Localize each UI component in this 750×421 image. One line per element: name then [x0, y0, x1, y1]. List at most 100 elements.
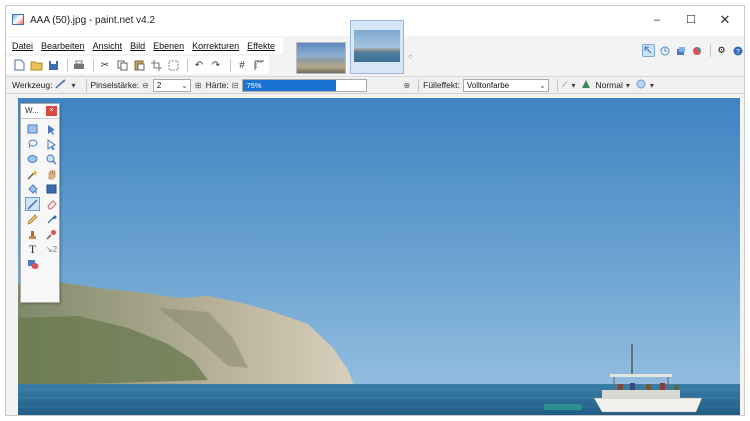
move-selected-icon[interactable] — [44, 122, 59, 136]
history-icon[interactable] — [658, 44, 671, 57]
toolbar-separator — [418, 78, 420, 92]
deselect-icon[interactable] — [166, 59, 180, 72]
gradient-icon[interactable] — [44, 182, 59, 196]
decrease-icon[interactable]: ⊖ — [142, 81, 149, 90]
line-curve-icon[interactable]: ↘2 — [44, 242, 59, 256]
window-title: AAA (50).jpg - paint.net v4.2 — [30, 15, 156, 26]
clone-stamp-icon[interactable] — [25, 227, 40, 241]
cut-icon[interactable]: ✂ — [98, 59, 112, 72]
app-window: AAA (50).jpg - paint.net v4.2 – ☐ ✕ Date… — [5, 5, 745, 416]
brush-width-value: 2 — [156, 80, 162, 90]
settings-icon[interactable]: ⚙ — [715, 44, 728, 57]
hardness-value: 75% — [246, 80, 262, 90]
main-toolbar: ✂ ↶ ↷ # — [6, 56, 269, 74]
ellipse-select-icon[interactable] — [25, 152, 40, 166]
toolbar-separator — [187, 58, 188, 72]
redo-icon[interactable]: ↷ — [209, 59, 223, 72]
menu-datei[interactable]: Datei — [12, 41, 33, 51]
fill-value: Volltonfarbe — [466, 80, 510, 90]
shapes-icon[interactable] — [25, 257, 40, 271]
help-icon[interactable]: ? — [731, 44, 744, 57]
grid-icon[interactable]: # — [235, 59, 249, 72]
crop-icon[interactable] — [149, 59, 163, 72]
hardness-label: Härte: — [205, 80, 229, 90]
minimize-button[interactable]: – — [642, 10, 672, 30]
tools-panel-header[interactable]: W... × — [21, 104, 59, 119]
increase-icon[interactable]: ⊕ — [403, 81, 410, 90]
photo-image — [18, 98, 740, 415]
menu-bar: Datei Bearbeiten Ansicht Bild Ebenen Kor… — [6, 38, 284, 54]
toolbar-separator — [67, 58, 68, 72]
move-selection-icon[interactable] — [44, 137, 59, 151]
toolbar-separator — [556, 78, 558, 92]
toolbar-separator — [93, 58, 94, 72]
close-window-button[interactable]: ✕ — [710, 10, 740, 30]
print-icon[interactable] — [72, 59, 86, 72]
image-canvas[interactable] — [18, 98, 740, 415]
alpha-dropdown-arrow[interactable]: ▾ — [650, 81, 654, 90]
small-boat — [544, 404, 582, 410]
fill-dropdown[interactable]: Volltonfarbe ⌄ — [462, 78, 549, 92]
magic-wand-icon[interactable] — [25, 167, 40, 181]
svg-text:?: ? — [736, 49, 740, 56]
fill-label: Fülleffekt: — [423, 80, 460, 90]
copy-icon[interactable] — [115, 59, 129, 72]
save-icon[interactable] — [46, 59, 60, 72]
decrease-icon[interactable]: ⊟ — [232, 81, 239, 90]
toolbar-separator — [85, 78, 87, 92]
close-image-icon[interactable]: ○ — [408, 52, 413, 61]
tools-panel-close-button[interactable]: × — [46, 106, 57, 116]
open-folder-icon[interactable] — [29, 59, 43, 72]
menu-effekte[interactable]: Effekte — [247, 41, 275, 51]
ruler-icon[interactable] — [252, 59, 266, 72]
tools-panel: W... × T ↘2 — [20, 103, 60, 303]
menu-korrekturen[interactable]: Korrekturen — [192, 41, 239, 51]
increase-icon[interactable]: ⊞ — [195, 81, 202, 90]
tools-panel-title: W... — [25, 106, 39, 115]
window-toggle-icons: ⚙ ? — [642, 44, 744, 57]
zoom-icon[interactable] — [44, 152, 59, 166]
image-thumbnail-active[interactable] — [350, 20, 404, 74]
blend-mode-icon[interactable] — [581, 79, 591, 91]
recolor-icon[interactable] — [44, 227, 59, 241]
brush-width-input[interactable]: 2 ⌄ — [152, 78, 191, 92]
lasso-select-icon[interactable] — [25, 137, 40, 151]
image-tabs: ○ — [296, 20, 413, 76]
paintbrush-icon[interactable] — [55, 79, 67, 91]
tool-label: Werkzeug: — [12, 80, 53, 90]
paintbrush-tool-icon[interactable] — [25, 197, 40, 211]
colors-icon[interactable] — [690, 44, 703, 57]
tools-window-icon[interactable] — [642, 44, 655, 57]
rectangle-select-icon[interactable] — [25, 122, 40, 136]
eraser-icon[interactable] — [44, 197, 59, 211]
color-picker-icon[interactable] — [44, 212, 59, 226]
menu-ebenen[interactable]: Ebenen — [153, 41, 184, 51]
image-thumbnail[interactable] — [296, 42, 346, 74]
maximize-button[interactable]: ☐ — [676, 10, 706, 30]
menu-bild[interactable]: Bild — [130, 41, 145, 51]
menu-bearbeiten[interactable]: Bearbeiten — [41, 41, 85, 51]
antialiasing-dropdown-arrow[interactable]: ▾ — [571, 81, 575, 90]
antialiasing-icon[interactable]: ⟋ — [562, 80, 568, 90]
pencil-icon[interactable] — [25, 212, 40, 226]
tool-options-bar: Werkzeug: ▾ Pinselstärke: ⊖ 2 ⌄ ⊞ Härte: … — [6, 76, 744, 94]
alpha-blending-icon[interactable] — [636, 79, 646, 91]
blend-mode-value[interactable]: Normal — [595, 80, 622, 90]
pan-hand-icon[interactable] — [44, 167, 59, 181]
hardness-slider[interactable]: 75% — [242, 78, 368, 92]
layers-icon[interactable] — [674, 44, 687, 57]
new-file-icon[interactable] — [12, 59, 26, 72]
tool-grid: T ↘2 — [21, 119, 59, 272]
paintnet-app-icon — [12, 14, 24, 25]
blend-dropdown-arrow[interactable]: ▾ — [626, 81, 630, 90]
undo-icon[interactable]: ↶ — [192, 59, 206, 72]
tool-dropdown-arrow[interactable]: ▾ — [71, 81, 75, 90]
toolbar-separator — [710, 44, 711, 57]
image-thumbnail-preview — [354, 30, 400, 62]
paint-bucket-icon[interactable] — [25, 182, 40, 196]
menu-ansicht[interactable]: Ansicht — [93, 41, 123, 51]
chevron-down-icon: ⌄ — [539, 80, 546, 90]
text-tool-icon[interactable]: T — [25, 242, 40, 256]
brush-width-label: Pinselstärke: — [90, 80, 140, 90]
paste-icon[interactable] — [132, 59, 146, 72]
